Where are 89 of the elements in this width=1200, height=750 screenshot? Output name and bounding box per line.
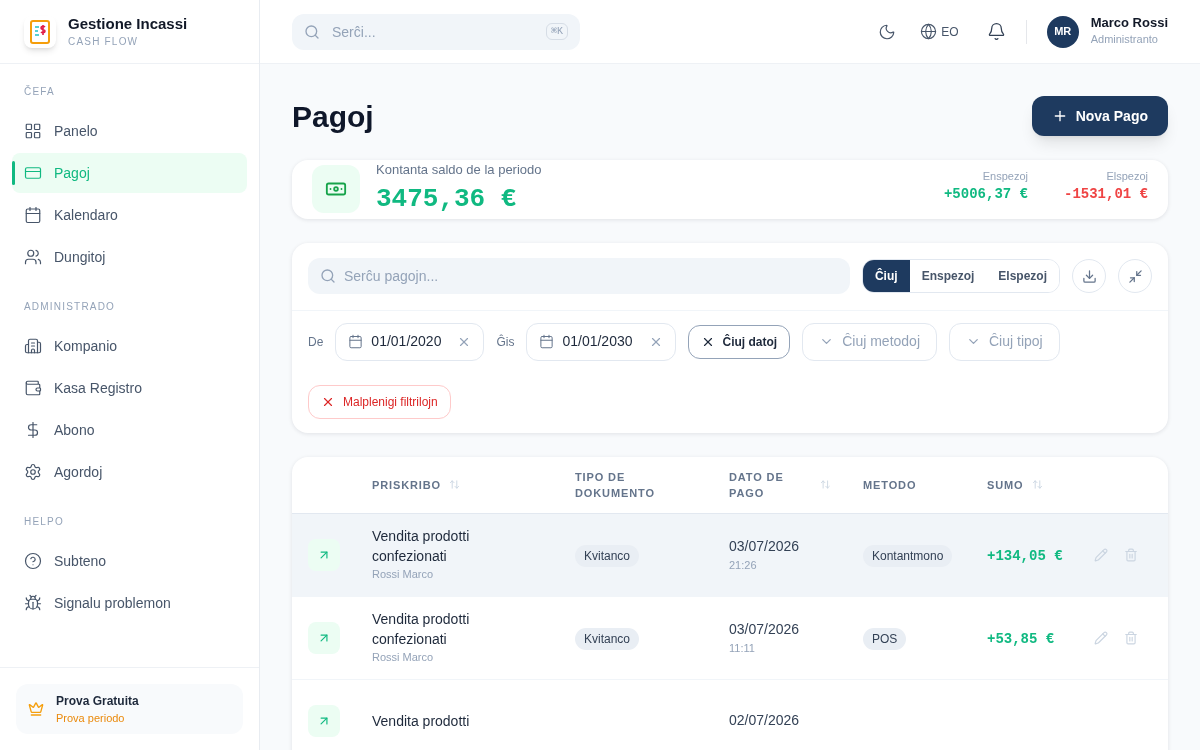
grid-icon: [24, 122, 42, 140]
search-icon: [320, 268, 336, 284]
delete-icon[interactable]: [1124, 547, 1138, 562]
nav-item[interactable]: Kompanio: [12, 326, 247, 366]
payment-date: 03/07/2026: [729, 536, 801, 556]
payment-description: Vendita prodotti confezionati: [372, 527, 471, 567]
collapse-icon: [1127, 268, 1143, 284]
balance-label: Kontanta saldo de la periodo: [376, 161, 542, 179]
trial-subtitle: Prova periodo: [56, 710, 126, 726]
payment-amount: +53,85 €: [987, 630, 1055, 647]
stat-label: Elspezoj: [1106, 168, 1148, 184]
column-header[interactable]: DATO DE PAGO: [729, 468, 821, 501]
notifications-icon[interactable]: [986, 22, 1006, 41]
search-field[interactable]: Serĉu pagojn...: [308, 258, 850, 294]
bug-icon: [24, 594, 42, 612]
nav-item[interactable]: Abono: [12, 410, 247, 450]
nav-item[interactable]: Subteno: [12, 541, 247, 581]
banknote-icon: [312, 165, 360, 214]
crown-icon: [28, 700, 44, 717]
column-header[interactable]: METODO: [863, 476, 917, 493]
section-title: ČEFA: [23, 84, 56, 99]
user-role: Administranto: [1090, 32, 1159, 48]
sort-icon[interactable]: [820, 479, 831, 490]
globe-icon[interactable]: [920, 23, 938, 40]
payment-person: Rossi Marco: [372, 567, 435, 583]
sort-icon[interactable]: [1031, 479, 1043, 490]
payment-method: POS: [863, 627, 907, 650]
brand-tagline: CASH FLOW: [68, 35, 140, 49]
date-field[interactable]: 01/01/2030: [526, 322, 676, 361]
table-row[interactable]: Vendita prodotti confezionati Rossi Marco Kvitanco 03/07/2026 11:11 POS +53,85 €: [292, 596, 1168, 680]
stat-value: +5006,37 €: [943, 185, 1028, 204]
nav-item[interactable]: Kalendaro: [12, 195, 247, 235]
user-avatar[interactable]: MR: [1046, 15, 1079, 48]
logo-icon: [24, 15, 56, 48]
date-label: Ĝis: [496, 333, 515, 351]
user-name: Marco Rossi: [1090, 15, 1168, 32]
date-field[interactable]: 01/01/2020: [335, 322, 485, 361]
nav-item[interactable]: Signalu problemon: [12, 583, 247, 623]
date-label: De: [308, 333, 324, 351]
calendar-icon: [539, 334, 555, 349]
sort-icon[interactable]: [449, 479, 461, 490]
brand-name: Gestione Incassi: [68, 14, 188, 34]
column-header[interactable]: SUMO: [987, 476, 1024, 493]
section-title: ADMINISTRADO: [23, 300, 117, 314]
settings-icon: [24, 463, 42, 481]
edit-icon[interactable]: [1094, 547, 1108, 562]
download-icon: [1081, 268, 1097, 284]
payment-method: Kontantmono: [863, 544, 953, 567]
edit-icon[interactable]: [1094, 630, 1108, 645]
users-icon: [24, 248, 42, 266]
payment-date: 03/07/2026: [729, 619, 801, 639]
help-icon: [24, 552, 42, 570]
filter-tab[interactable]: Ĉiuj: [862, 260, 910, 292]
page-title: Pagoj: [292, 98, 374, 135]
payment-time: 21:26: [729, 557, 758, 573]
nav-item[interactable]: Panelo: [12, 111, 247, 151]
nav-item[interactable]: Agordoj: [12, 452, 247, 492]
calendar-icon: [24, 206, 42, 224]
document-type: Kvitanco: [575, 544, 640, 567]
trial-title: Prova Gratuita: [56, 692, 139, 710]
payment-description: Vendita prodotti confezionati: [372, 610, 471, 650]
table-row[interactable]: Vendita prodotti confezionati Rossi Marco Kvitanco 03/07/2026 21:26 Kontantmono +134,05 €: [292, 513, 1168, 597]
shortcut-key: ⌘K: [545, 22, 568, 40]
payment-amount: +134,05 €: [987, 547, 1063, 564]
card-icon: [24, 164, 42, 182]
table-row[interactable]: Vendita prodotti 02/07/2026: [292, 679, 1168, 750]
document-type: Kvitanco: [575, 627, 640, 650]
stat-label: Enspezoj: [982, 168, 1028, 184]
building-icon: [24, 337, 42, 355]
payment-person: Rossi Marco: [372, 650, 435, 666]
payment-date: 02/07/2026: [729, 711, 801, 730]
wallet-icon: [24, 379, 42, 397]
calendar-icon: [348, 334, 364, 349]
new-payment-button[interactable]: Nova Pago: [1031, 96, 1168, 136]
dark-mode-icon[interactable]: [878, 22, 897, 41]
search-icon: [304, 23, 320, 40]
all-dates-button[interactable]: Ĉiuj datoj: [687, 324, 791, 359]
column-header[interactable]: TIPO DE DOKUMENTO: [575, 468, 675, 501]
column-header[interactable]: PRISKRIBO: [372, 476, 442, 493]
nav-item[interactable]: Kasa Registro: [12, 368, 247, 408]
payment-description: Vendita prodotti: [372, 711, 471, 731]
delete-icon[interactable]: [1124, 630, 1138, 645]
language-code[interactable]: EO: [941, 22, 959, 41]
clear-filters-button[interactable]: Malplenigi filtrilojn: [308, 384, 451, 419]
payment-time: 11:11: [729, 640, 756, 656]
balance-value: 3475,36 €: [376, 182, 518, 216]
stat-value: -1531,01 €: [1064, 185, 1148, 204]
section-title: HELPO: [23, 515, 65, 529]
nav-item[interactable]: Dungitoj: [12, 237, 247, 277]
